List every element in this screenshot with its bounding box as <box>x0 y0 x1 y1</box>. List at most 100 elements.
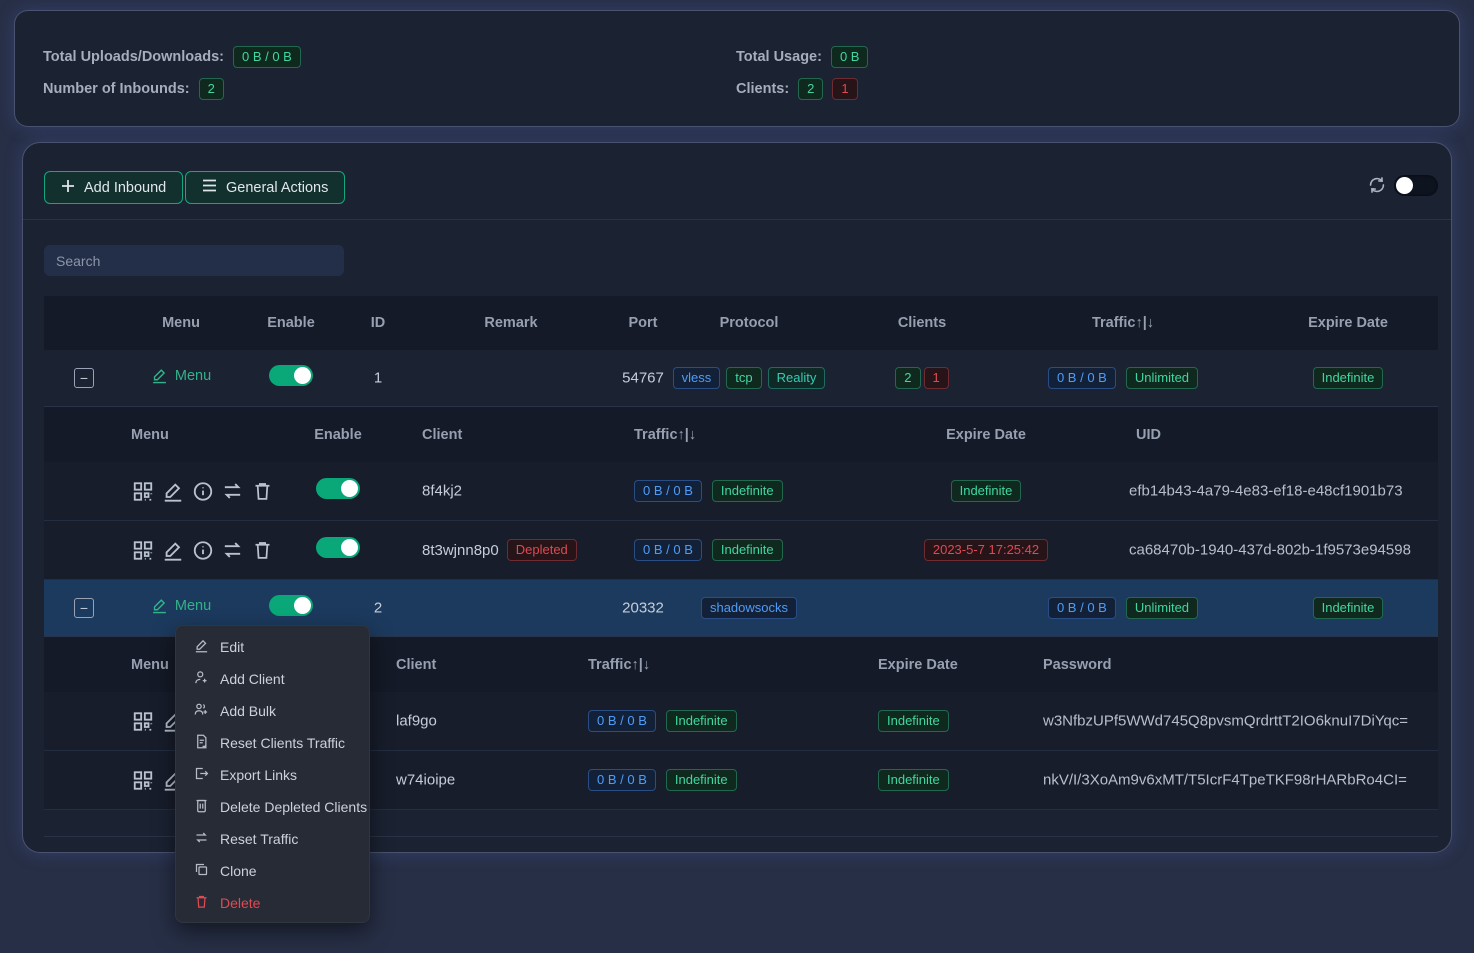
menu-item-reset-traffic[interactable]: Reset Traffic <box>176 823 369 855</box>
client-name: 8t3wjnn8p0 <box>422 542 499 559</box>
row-menu-label: Menu <box>175 598 211 614</box>
stat-clients: Clients: 2 1 <box>736 77 858 101</box>
traffic-limit-badge: Unlimited <box>1126 367 1198 389</box>
delete-depleted-icon <box>194 798 209 816</box>
row-menu-button[interactable]: Menu <box>151 367 211 384</box>
inbound-enable-toggle[interactable] <box>269 595 313 616</box>
client-enable-toggle[interactable] <box>316 478 360 499</box>
client-row: 8f4kj2 0 B / 0 B Indefinite Indefinite e… <box>44 462 1438 521</box>
header-remark: Remark <box>431 315 591 331</box>
qr-code-icon[interactable] <box>131 769 154 792</box>
menu-item-export-links[interactable]: Export Links <box>176 759 369 791</box>
menu-item-delete[interactable]: Delete <box>176 887 369 919</box>
header-traffic-sortable[interactable]: Traffic↑|↓ <box>634 427 696 443</box>
menu-item-label: Clone <box>220 863 257 879</box>
client-name: w74ioipe <box>396 772 455 789</box>
stat-value-badge: 0 B <box>831 46 869 68</box>
menu-item-label: Delete <box>220 895 260 911</box>
menu-item-label: Edit <box>220 639 244 655</box>
stat-value-badge: 2 <box>199 78 224 100</box>
traffic-limit-badge: Indefinite <box>666 710 737 732</box>
clients-active-badge: 2 <box>895 367 920 389</box>
reset-traffic-icon[interactable] <box>221 480 244 503</box>
header-expire-date: Expire Date <box>878 657 958 673</box>
header-client: Client <box>396 657 436 673</box>
client-uid: ca68470b-1940-437d-802b-1f9573e94598 <box>1129 542 1411 559</box>
general-actions-label: General Actions <box>226 180 328 196</box>
expire-badge: Indefinite <box>1313 367 1384 389</box>
stat-value-badge: 0 B / 0 B <box>233 46 301 68</box>
info-icon[interactable] <box>191 480 214 503</box>
clients-depleted-badge: 1 <box>924 367 949 389</box>
inbound-row-1[interactable]: Menu 1 54767 vless tcp Reality 2 <box>44 350 1438 407</box>
header-menu: Menu <box>131 427 169 443</box>
header-menu: Menu <box>121 315 241 331</box>
traffic-badge: 0 B / 0 B <box>588 769 656 791</box>
menu-item-label: Delete Depleted Clients <box>220 799 367 815</box>
header-uid: UID <box>1136 427 1161 443</box>
collapse-row-button[interactable] <box>74 598 94 618</box>
expire-badge: 2023-5-7 17:25:42 <box>924 539 1048 561</box>
security-badge: Reality <box>768 367 826 389</box>
traffic-limit-badge: Indefinite <box>712 480 783 502</box>
menu-item-add-bulk[interactable]: Add Bulk <box>176 695 369 727</box>
traffic-badge: 0 B / 0 B <box>1048 367 1116 389</box>
stats-panel: Total Uploads/Downloads: 0 B / 0 B Numbe… <box>14 10 1460 127</box>
qr-code-icon[interactable] <box>131 480 154 503</box>
header-id: ID <box>338 315 418 331</box>
general-actions-button[interactable]: General Actions <box>185 171 345 204</box>
edit-pencil-icon[interactable] <box>161 480 184 503</box>
sync-icon <box>194 830 209 848</box>
traffic-limit-badge: Unlimited <box>1126 597 1198 619</box>
protocol-badge: shadowsocks <box>701 597 797 619</box>
client-name: laf9go <box>396 713 437 730</box>
xui-inbounds-page: Total Uploads/Downloads: 0 B / 0 B Numbe… <box>0 0 1474 953</box>
search-input[interactable] <box>44 245 344 276</box>
collapse-row-button[interactable] <box>74 368 94 388</box>
menu-item-clone[interactable]: Clone <box>176 855 369 887</box>
row-menu-label: Menu <box>175 368 211 384</box>
qr-code-icon[interactable] <box>131 710 154 733</box>
stat-number-of-inbounds: Number of Inbounds: 2 <box>43 77 224 101</box>
stat-total-usage: Total Usage: 0 B <box>736 45 868 69</box>
protocol-badge: vless <box>673 367 721 389</box>
inbound-context-menu: Edit Add Client Add Bulk Reset Clients T… <box>175 625 370 923</box>
stat-label: Total Usage: <box>736 49 822 65</box>
plus-icon <box>61 179 75 197</box>
qr-code-icon[interactable] <box>131 539 154 562</box>
inbound-id: 1 <box>338 370 418 387</box>
client-enable-toggle[interactable] <box>316 537 360 558</box>
expire-badge: Indefinite <box>878 710 949 732</box>
edit-pencil-icon <box>151 367 168 384</box>
user-add-icon <box>194 670 209 688</box>
stat-label: Number of Inbounds: <box>43 81 190 97</box>
header-traffic-sortable[interactable]: Traffic↑|↓ <box>588 657 650 673</box>
client-name: 8f4kj2 <box>422 483 462 500</box>
menu-item-label: Add Bulk <box>220 703 276 719</box>
header-enable: Enable <box>246 315 336 331</box>
trash-icon[interactable] <box>251 480 274 503</box>
row-menu-button[interactable]: Menu <box>151 597 211 614</box>
traffic-limit-badge: Indefinite <box>712 539 783 561</box>
header-menu: Menu <box>131 657 169 673</box>
header-protocol: Protocol <box>659 315 839 331</box>
header-expire-date: Expire Date <box>1268 315 1428 331</box>
expire-badge: Indefinite <box>878 769 949 791</box>
menu-item-edit[interactable]: Edit <box>176 631 369 663</box>
trash-icon[interactable] <box>251 539 274 562</box>
refresh-icon[interactable] <box>1366 174 1388 196</box>
menu-item-reset-clients-traffic[interactable]: Reset Clients Traffic <box>176 727 369 759</box>
dark-mode-toggle[interactable] <box>1394 175 1438 196</box>
client-password: w3NfbzUPf5WWd745Q8pvsmQrdrttT2IO6knuI7Di… <box>1043 713 1408 730</box>
copy-icon <box>194 862 209 880</box>
reset-traffic-icon[interactable] <box>221 539 244 562</box>
header-traffic-sortable[interactable]: Traffic↑|↓ <box>1028 315 1218 331</box>
header-enable: Enable <box>298 427 378 443</box>
toolbar-divider <box>23 219 1451 220</box>
edit-pencil-icon[interactable] <box>161 539 184 562</box>
info-icon[interactable] <box>191 539 214 562</box>
menu-item-add-client[interactable]: Add Client <box>176 663 369 695</box>
inbound-enable-toggle[interactable] <box>269 365 313 386</box>
add-inbound-button[interactable]: Add Inbound <box>44 171 183 204</box>
menu-item-delete-depleted-clients[interactable]: Delete Depleted Clients <box>176 791 369 823</box>
